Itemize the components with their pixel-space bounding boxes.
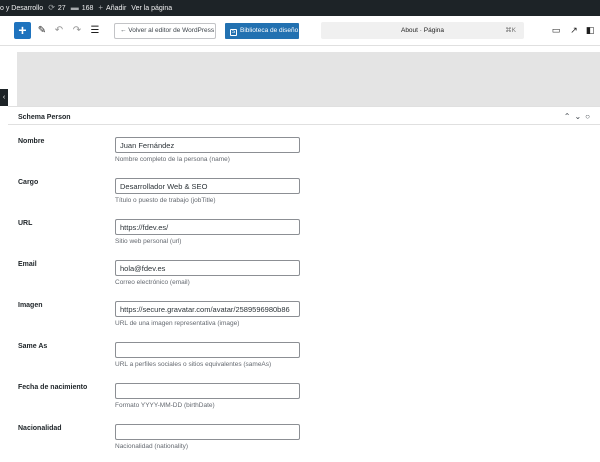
document-overview-button[interactable]: ☰ bbox=[88, 22, 102, 39]
command-palette-button[interactable]: About · Página ⌘K bbox=[321, 22, 524, 39]
toggle-panel-icon[interactable]: ○ bbox=[585, 112, 590, 121]
field-label: Email bbox=[18, 261, 37, 268]
field-description: URL de una imagen representativa (image) bbox=[115, 320, 240, 327]
url-input[interactable] bbox=[115, 219, 300, 235]
field-description: URL a perfiles sociales o sitios equival… bbox=[115, 361, 272, 368]
design-library-label: Biblioteca de diseño bbox=[240, 27, 299, 34]
settings-panel-icon: ◧ bbox=[585, 25, 595, 35]
admin-bar-comments[interactable]: ▬ 168 bbox=[71, 4, 94, 12]
refresh-icon: ⟳ bbox=[48, 3, 55, 12]
field-label: Cargo bbox=[18, 179, 39, 186]
field-nacionalidad: Nacionalidad Nacionalidad (nationality) bbox=[8, 424, 600, 462]
undo-icon: ↶ bbox=[54, 25, 64, 36]
pencil-icon: ✎ bbox=[37, 25, 47, 36]
move-up-icon[interactable]: ⌃ bbox=[564, 112, 571, 121]
settings-button[interactable]: ◧ bbox=[584, 22, 596, 39]
field-label: Nombre bbox=[18, 138, 45, 145]
move-down-icon[interactable]: ⌄ bbox=[574, 112, 581, 121]
content-block-placeholder[interactable] bbox=[17, 52, 600, 106]
field-description: Formato YYYY-MM-DD (birthDate) bbox=[115, 402, 215, 409]
command-shortcut: ⌘K bbox=[505, 27, 516, 34]
field-description: Título o puesto de trabajo (jobTitle) bbox=[115, 197, 216, 204]
field-label: URL bbox=[18, 220, 33, 227]
list-view-icon: ☰ bbox=[90, 25, 100, 36]
field-description: Nombre completo de la persona (name) bbox=[115, 156, 230, 163]
view-page-label: Ver la página bbox=[131, 4, 173, 12]
admin-bar: o y Desarrollo ⟳ 27 ▬ 168 + Añadir Ver l… bbox=[0, 0, 600, 16]
cargo-input[interactable] bbox=[115, 178, 300, 194]
panel-controls: ⌃ ⌄ ○ bbox=[560, 112, 590, 121]
field-description: Nacionalidad (nationality) bbox=[115, 443, 188, 450]
field-description: Sitio web personal (url) bbox=[115, 238, 182, 245]
updates-count: 27 bbox=[57, 4, 66, 12]
view-button[interactable]: ▭ bbox=[550, 22, 562, 39]
command-text: About · Página bbox=[400, 27, 444, 34]
field-nombre: Nombre Nombre completo de la persona (na… bbox=[8, 137, 600, 177]
site-name: o y Desarrollo bbox=[0, 4, 44, 12]
back-to-wordpress-editor-button[interactable]: ← Volver al editor de WordPress bbox=[114, 23, 216, 39]
panel-title: Schema Person bbox=[18, 114, 71, 121]
editor-toolbar: + ✎ ↶ ↷ ☰ ← Volver al editor de WordPres… bbox=[0, 16, 600, 46]
field-label: Imagen bbox=[18, 302, 43, 309]
nationality-input[interactable] bbox=[115, 424, 300, 440]
redo-icon: ↷ bbox=[72, 25, 82, 36]
email-input[interactable] bbox=[115, 260, 300, 276]
redo-button[interactable]: ↷ bbox=[70, 22, 84, 39]
new-label: Añadir bbox=[106, 4, 127, 12]
edit-tool-button[interactable]: ✎ bbox=[35, 22, 49, 39]
field-fecha-de-nacimiento: Fecha de nacimiento Formato YYYY-MM-DD (… bbox=[8, 383, 600, 423]
field-label: Same As bbox=[18, 343, 48, 350]
admin-bar-updates[interactable]: ⟳ 27 bbox=[48, 4, 66, 12]
nombre-input[interactable] bbox=[115, 137, 300, 153]
field-url: URL Sitio web personal (url) bbox=[8, 219, 600, 259]
undo-button[interactable]: ↶ bbox=[52, 22, 66, 39]
add-block-button[interactable]: + bbox=[14, 22, 31, 39]
field-cargo: Cargo Título o puesto de trabajo (jobTit… bbox=[8, 178, 600, 218]
sidebar-toggle-handle[interactable]: ‹ bbox=[0, 89, 8, 106]
view-page-external-button[interactable]: ↗ bbox=[568, 22, 580, 39]
chevron-left-icon: ‹ bbox=[2, 94, 6, 101]
field-email: Email Correo electrónico (email) bbox=[8, 260, 600, 300]
comment-icon: ▬ bbox=[70, 3, 79, 12]
external-link-icon: ↗ bbox=[570, 25, 578, 35]
admin-bar-view-page[interactable]: Ver la página bbox=[131, 5, 172, 12]
editor-canvas bbox=[0, 46, 600, 106]
imagen-input[interactable] bbox=[115, 301, 300, 317]
field-same-as: Same As URL a perfiles sociales o sitios… bbox=[8, 342, 600, 382]
plus-icon: + bbox=[98, 3, 104, 12]
field-description: Correo electrónico (email) bbox=[115, 279, 190, 286]
field-label: Fecha de nacimiento bbox=[18, 384, 88, 391]
comments-count: 168 bbox=[81, 4, 94, 12]
design-library-button[interactable]: S Biblioteca de diseño bbox=[225, 23, 299, 39]
admin-bar-site-name[interactable]: o y Desarrollo bbox=[0, 5, 43, 12]
plus-icon: + bbox=[18, 22, 27, 38]
admin-bar-new[interactable]: + Añadir bbox=[98, 4, 126, 12]
library-icon: S bbox=[230, 29, 237, 36]
field-label: Nacionalidad bbox=[18, 425, 62, 432]
birth-date-input[interactable] bbox=[115, 383, 300, 399]
panel-divider bbox=[8, 124, 600, 125]
desktop-icon: ▭ bbox=[551, 25, 561, 35]
same-as-input[interactable] bbox=[115, 342, 300, 358]
field-imagen: Imagen URL de una imagen representativa … bbox=[8, 301, 600, 341]
